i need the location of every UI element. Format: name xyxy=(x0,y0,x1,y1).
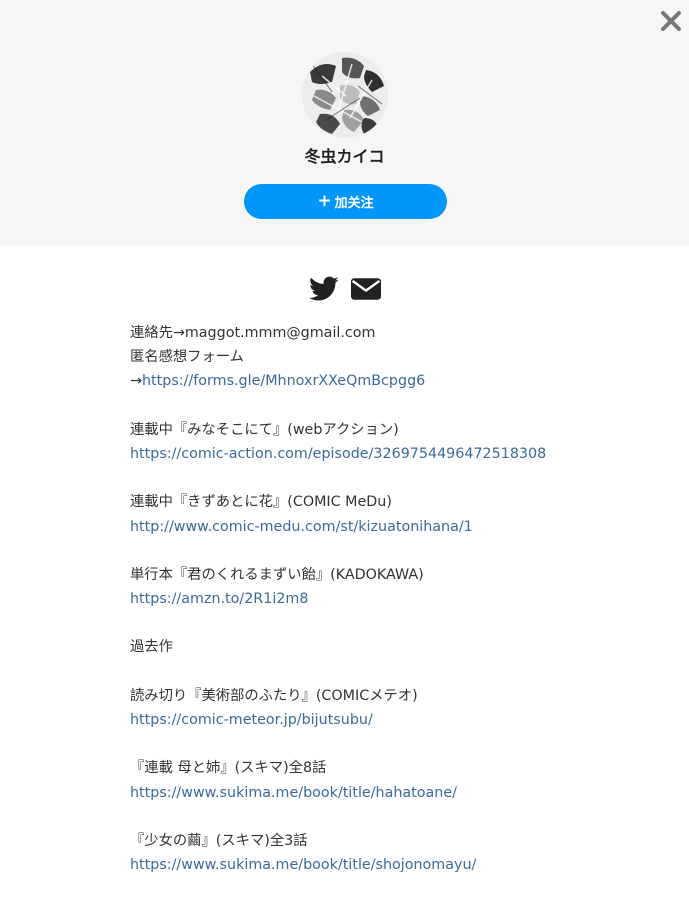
follow-label: 加关注 xyxy=(334,196,374,211)
bio-past2-line: https://www.sukima.me/book/title/hahatoa… xyxy=(130,781,650,805)
bio-contact: 連絡先→maggot.mmm@gmail.com xyxy=(130,325,376,341)
bio-past3-line: https://www.sukima.me/book/title/shojono… xyxy=(130,853,650,877)
avatar[interactable] xyxy=(302,52,388,138)
bio-past2-title: 『連載 母と姉』(スキマ)全8話 xyxy=(130,760,327,777)
avatar-illustration xyxy=(302,52,388,138)
bio-serial1-line: https://comic-action.com/episode/3269754… xyxy=(130,442,650,466)
profile-name: 冬虫カイコ xyxy=(304,147,385,166)
bio-past1-title: 読み切り『美術部のふたり』(COMICメテオ) xyxy=(130,687,418,704)
bio-spacer xyxy=(130,611,650,635)
bio-book-line: https://amzn.to/2R1i2m8 xyxy=(130,587,650,611)
close-icon[interactable] xyxy=(660,10,682,32)
bio-spacer xyxy=(130,732,650,756)
bio-arrow: → xyxy=(130,373,142,390)
past1-link[interactable]: https://comic-meteor.jp/bijutsubu/ xyxy=(130,712,373,728)
bio-spacer xyxy=(130,539,650,563)
bio-serial2-title: 連載中『きずあとに花』(COMIC MeDu) xyxy=(130,494,392,511)
form-link[interactable]: https://forms.gle/MhnoxrXXeQmBcpgg6 xyxy=(142,373,425,389)
twitter-icon[interactable] xyxy=(308,276,339,302)
bio-book-title: 単行本『君のくれるまずい飴』(KADOKAWA) xyxy=(130,566,424,583)
bio-past-works: 過去作 xyxy=(130,639,173,656)
plus-icon: + xyxy=(317,191,332,211)
bio-form-line: →https://forms.gle/MhnoxrXXeQmBcpgg6 xyxy=(130,369,650,393)
past2-link[interactable]: https://www.sukima.me/book/title/hahatoa… xyxy=(130,785,457,801)
bio-past3-title: 『少女の繭』(スキマ)全3話 xyxy=(130,832,308,849)
bio-serial2-line: http://www.comic-medu.com/st/kizuatoniha… xyxy=(130,515,650,539)
bio-past1-line: https://comic-meteor.jp/bijutsubu/ xyxy=(130,708,650,732)
bio-spacer xyxy=(130,805,650,829)
book-link[interactable]: https://amzn.to/2R1i2m8 xyxy=(130,591,308,607)
bio-serial1-title: 連載中『みなそこにて』(webアクション) xyxy=(130,421,399,438)
bio-spacer xyxy=(130,660,650,684)
follow-button[interactable]: + 加关注 xyxy=(244,184,447,219)
bio-form-label: 匿名感想フォーム xyxy=(130,349,244,366)
profile-bio: 連絡先→maggot.mmm@gmail.com 匿名感想フォーム →https… xyxy=(130,321,650,877)
social-links xyxy=(0,276,689,302)
bio-spacer xyxy=(130,394,650,418)
bio-spacer xyxy=(130,466,650,490)
past3-link[interactable]: https://www.sukima.me/book/title/shojono… xyxy=(130,857,476,873)
serial2-link[interactable]: http://www.comic-medu.com/st/kizuatoniha… xyxy=(130,519,473,535)
mail-icon[interactable] xyxy=(350,276,381,302)
profile-page: 冬虫カイコ + 加关注 連絡先→maggot.mmm@gmail.com 匿名感… xyxy=(0,0,689,907)
serial1-link[interactable]: https://comic-action.com/episode/3269754… xyxy=(130,446,546,462)
profile-header: 冬虫カイコ + 加关注 xyxy=(0,0,689,245)
